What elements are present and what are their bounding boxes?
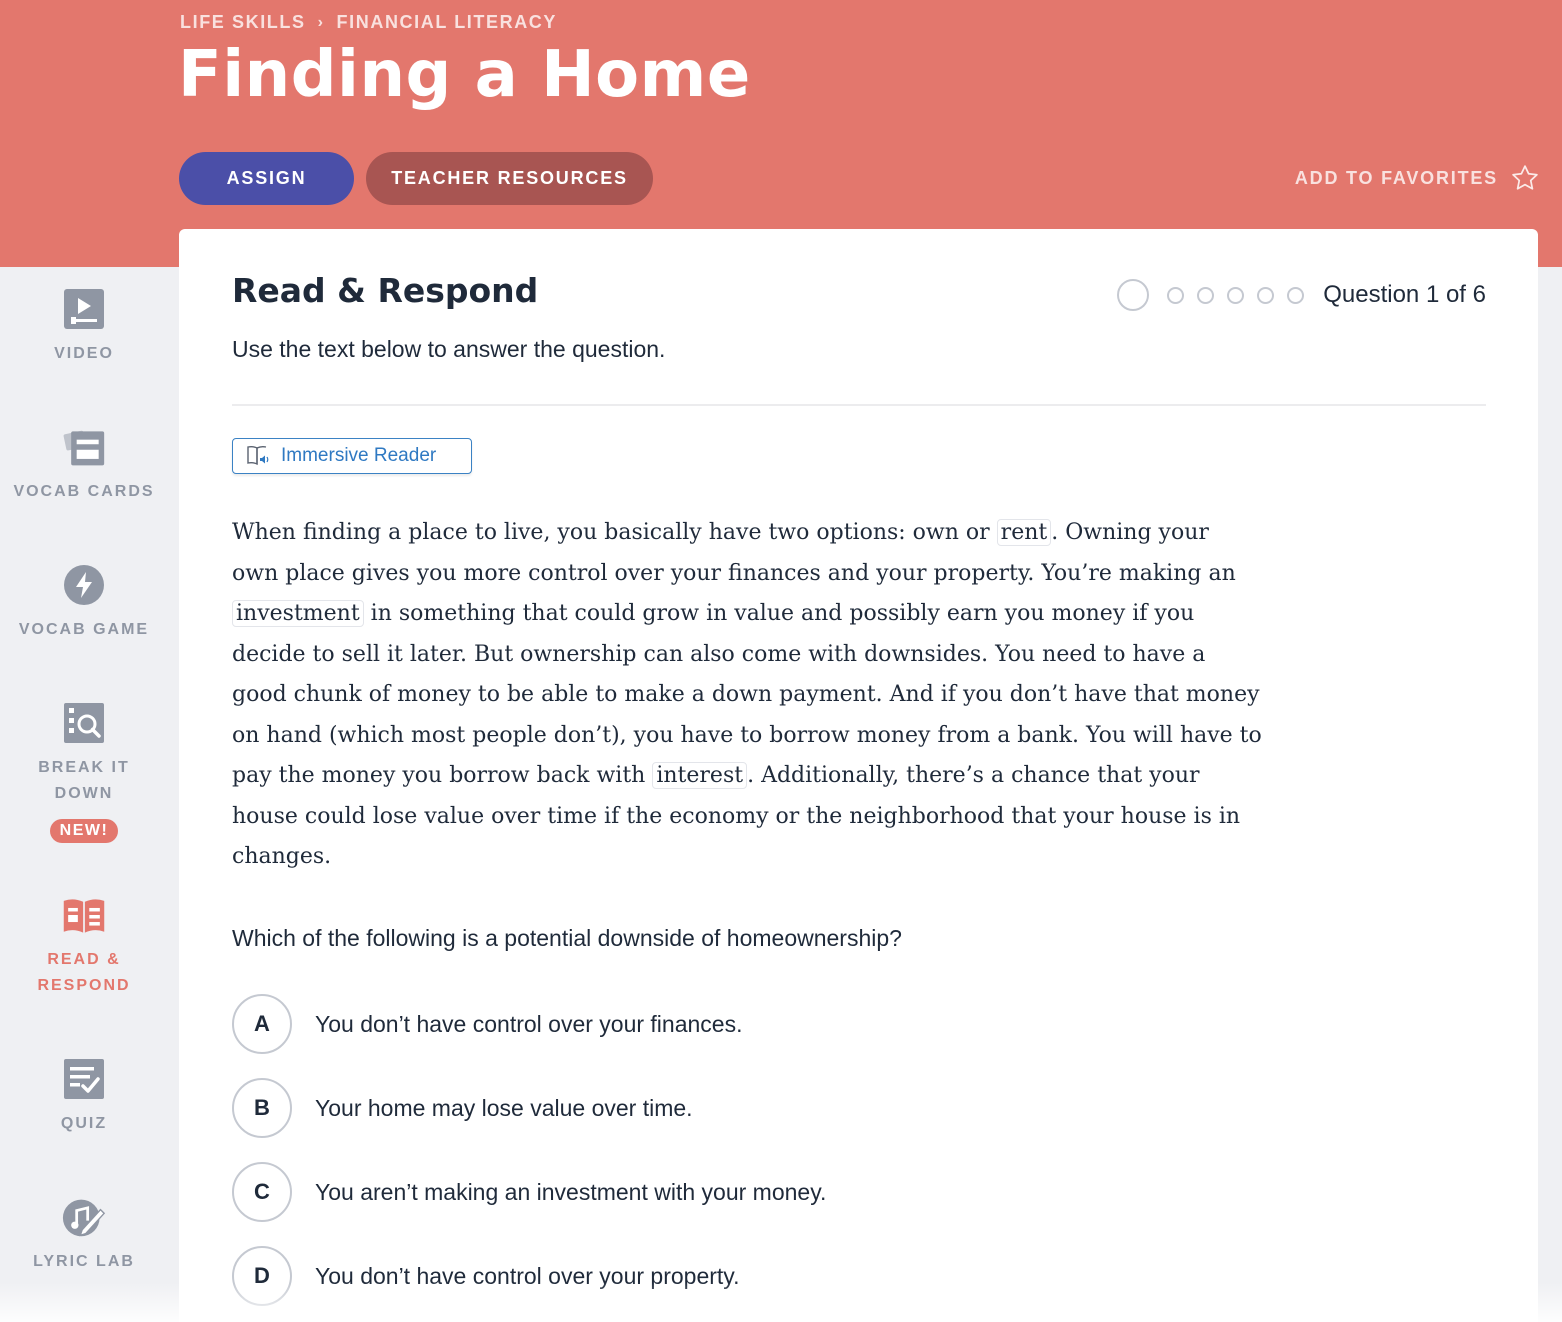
sidebar-item-label: VOCAB GAME (18, 621, 150, 638)
sidebar-item-vocab-game[interactable]: VOCAB GAME (0, 563, 168, 643)
immersive-reader-label: Immersive Reader (281, 445, 437, 466)
reading-passage: When finding a place to live, you basica… (232, 513, 1262, 878)
sidebar-item-label: READ & RESPOND (37, 951, 131, 994)
progress-dot (1257, 286, 1275, 304)
add-to-favorites-label: ADD TO FAVORITES (1294, 167, 1498, 188)
breadcrumb: LIFE SKILLS › FINANCIAL LITERACY (180, 12, 557, 33)
activity-card: Read & Respond Question 1 of 6 Use the t… (179, 229, 1538, 1322)
vocab-word-interest[interactable]: interest (652, 762, 748, 789)
vocab-cards-icon (62, 425, 106, 469)
sidebar-item-label: VIDEO (54, 345, 114, 362)
magnifier-grid-icon (62, 701, 106, 745)
choice-text: Your home may lose value over time. (315, 1094, 693, 1121)
breadcrumb-life-skills[interactable]: LIFE SKILLS (180, 12, 306, 33)
sidebar-item-lyric-lab[interactable]: LYRIC LAB (0, 1195, 168, 1275)
progress-dot (1167, 286, 1185, 304)
add-to-favorites-button[interactable]: ADD TO FAVORITES (1295, 160, 1540, 196)
immersive-reader-icon (247, 445, 269, 466)
answer-choice-b[interactable]: B Your home may lose value over time. (232, 1078, 693, 1138)
question-prompt: Which of the following is a potential do… (232, 925, 902, 951)
new-badge: NEW! (49, 819, 119, 843)
breadcrumb-financial-literacy[interactable]: FINANCIAL LITERACY (337, 12, 557, 33)
video-icon (62, 287, 106, 331)
checklist-icon (62, 1057, 106, 1101)
page-title: Finding a Home (178, 38, 751, 112)
choice-letter: C (232, 1162, 292, 1222)
immersive-reader-button[interactable]: Immersive Reader (232, 438, 472, 474)
star-outline-icon (1512, 165, 1538, 190)
sidebar-item-vocab-cards[interactable]: VOCAB CARDS (0, 425, 168, 505)
sidebar-item-quiz[interactable]: QUIZ (0, 1057, 168, 1137)
choice-text: You don’t have control over your propert… (315, 1262, 740, 1289)
instructions: Use the text below to answer the questio… (232, 336, 666, 362)
passage-text: When finding a place to live, you basica… (232, 520, 997, 545)
answer-choice-a[interactable]: A You don’t have control over your finan… (232, 994, 742, 1054)
assign-button[interactable]: ASSIGN (179, 152, 354, 205)
divider (232, 404, 1486, 406)
vocab-word-investment[interactable]: investment (232, 600, 364, 627)
question-progress: Question 1 of 6 (1117, 279, 1486, 311)
sidebar-item-label: LYRIC LAB (33, 1253, 135, 1270)
breadcrumb-separator: › (317, 13, 325, 31)
open-book-icon (62, 893, 106, 937)
progress-dot (1287, 286, 1305, 304)
question-counter: Question 1 of 6 (1323, 281, 1486, 308)
teacher-resources-button[interactable]: TEACHER RESOURCES (366, 152, 653, 205)
choice-letter: B (232, 1078, 292, 1138)
activity-sidebar: VIDEO VOCAB CARDS VOCAB GAME BREAK IT DO… (0, 267, 168, 1322)
sidebar-item-read-respond[interactable]: READ & RESPOND (0, 893, 168, 999)
sidebar-item-video[interactable]: VIDEO (0, 287, 168, 367)
choice-text: You don’t have control over your finance… (315, 1010, 743, 1037)
choice-letter: D (232, 1246, 292, 1306)
activity-title: Read & Respond (232, 271, 539, 310)
lightning-icon (62, 563, 106, 607)
progress-dot-current (1117, 279, 1150, 311)
sidebar-item-label: VOCAB CARDS (13, 483, 155, 500)
page-header: LIFE SKILLS › FINANCIAL LITERACY Finding… (0, 0, 1562, 267)
sidebar-item-label: QUIZ (60, 1115, 108, 1132)
progress-dot (1197, 286, 1215, 304)
answer-choice-d[interactable]: D You don’t have control over your prope… (232, 1246, 739, 1306)
vocab-word-rent[interactable]: rent (996, 519, 1052, 546)
music-pen-icon (62, 1195, 106, 1239)
choice-letter: A (232, 994, 292, 1054)
answer-choice-c[interactable]: C You aren’t making an investment with y… (232, 1162, 826, 1222)
progress-dot (1227, 286, 1245, 304)
choice-text: You aren’t making an investment with you… (315, 1178, 827, 1205)
passage-text: in something that could grow in value an… (232, 601, 1262, 788)
sidebar-item-break-it-down[interactable]: BREAK IT DOWN NEW! (0, 701, 168, 843)
sidebar-item-label: BREAK IT DOWN (38, 759, 130, 802)
